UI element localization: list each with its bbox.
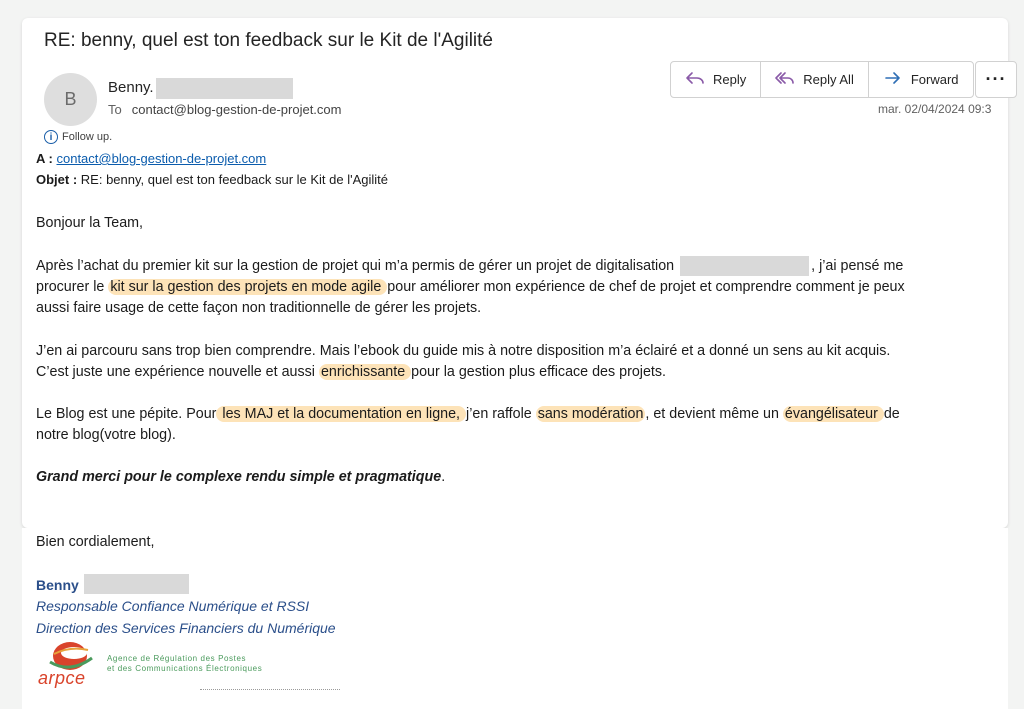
text-span: , et devient même un — [645, 406, 783, 422]
text-span: de — [883, 406, 900, 422]
header-to-line: A : contact@blog-gestion-de-projet.com — [36, 151, 266, 166]
text-span: , j’ai pensé me — [811, 258, 904, 274]
signature-name: Benny — [36, 577, 79, 593]
redacted-block — [156, 78, 293, 99]
header-subject-label: Objet : — [36, 172, 78, 187]
email-subject: RE: benny, quel est ton feedback sur le … — [44, 30, 493, 51]
header-subject-value: RE: benny, quel est ton feedback sur le … — [80, 172, 388, 187]
info-icon: i — [44, 130, 58, 144]
follow-up-flag[interactable]: i Follow up. — [44, 130, 112, 144]
reply-icon — [685, 70, 705, 89]
paragraph-2-line-2: C’est juste une expérience nouvelle et a… — [36, 362, 666, 384]
text-span: j’en raffole — [466, 406, 536, 422]
reply-button[interactable]: Reply — [671, 62, 762, 97]
reply-all-button[interactable]: Reply All — [761, 62, 869, 97]
paragraph-1-line-2: procurer le kit sur la gestion des proje… — [36, 277, 905, 299]
signature-title: Responsable Confiance Numérique et RSSI — [36, 598, 310, 614]
agency-name-line-2: et des Communications Électroniques — [107, 664, 263, 673]
to-label: To — [108, 102, 122, 117]
signature-department: Direction des Services Financiers du Num… — [36, 620, 336, 636]
paragraph-1-line-1: Après l’achat du premier kit sur la gest… — [36, 256, 903, 278]
highlight: sans modération — [535, 406, 646, 422]
redacted-block — [84, 574, 189, 594]
forward-button[interactable]: Forward — [869, 62, 973, 97]
recipient-line: To contact@blog-gestion-de-projet.com — [108, 102, 341, 117]
logo-wordmark: arpce — [38, 668, 86, 688]
text-span: pour améliorer mon expérience de chef de… — [387, 279, 905, 295]
paragraph-2-line-1: J’en ai parcouru sans trop bien comprend… — [36, 343, 891, 359]
text-span: . — [441, 469, 446, 485]
more-actions-button[interactable]: ··· — [975, 61, 1017, 98]
message-actions: Reply Reply All Forward — [670, 61, 974, 98]
sender-avatar[interactable]: B — [44, 73, 97, 126]
follow-up-label: Follow up. — [62, 131, 113, 143]
thanks-line: Grand merci pour le complexe rendu simpl… — [36, 467, 445, 489]
closing: Bien cordialement, — [36, 534, 155, 550]
to-address[interactable]: contact@blog-gestion-de-projet.com — [132, 102, 342, 117]
thanks-bold: Grand merci pour le complexe rendu simpl… — [36, 469, 442, 485]
text-span: C’est juste une expérience nouvelle et a… — [36, 364, 319, 380]
sender-name[interactable]: Benny. — [108, 79, 154, 96]
forward-icon — [883, 70, 903, 89]
text-span: Le Blog est une pépite. Pour — [36, 406, 217, 422]
header-to-label: A : — [36, 151, 53, 166]
paragraph-3-line-1: Le Blog est une pépite. Pour les MAJ et … — [36, 404, 900, 426]
redacted-block — [680, 256, 810, 277]
paragraph-3-line-2: notre blog(votre blog). — [36, 427, 176, 443]
agency-name-line-1: Agence de Régulation des Postes — [107, 654, 247, 663]
highlight: kit sur la gestion des projets en mode a… — [108, 279, 388, 295]
reply-label: Reply — [713, 72, 747, 87]
email-card-continued — [22, 528, 1008, 709]
reply-all-label: Reply All — [803, 72, 854, 87]
reply-all-icon — [775, 70, 795, 89]
greeting: Bonjour la Team, — [36, 215, 144, 231]
text-span: Après l’achat du premier kit sur la gest… — [36, 258, 675, 274]
text-span: pour la gestion plus efficace des projet… — [411, 364, 667, 380]
forward-label: Forward — [910, 72, 959, 87]
sent-date: mar. 02/04/2024 09:3 — [878, 102, 992, 116]
highlight: enrichissante — [318, 364, 412, 380]
highlight: évangélisateur — [782, 406, 884, 422]
text-span: procurer le — [36, 279, 109, 295]
header-subject-line: Objet : RE: benny, quel est ton feedback… — [36, 172, 388, 187]
cut-off-text — [200, 689, 340, 691]
header-to-link[interactable]: contact@blog-gestion-de-projet.com — [56, 151, 266, 166]
paragraph-1-line-3: aussi faire usage de cette façon non tra… — [36, 300, 482, 316]
highlight: les MAJ et la documentation en ligne, — [216, 406, 467, 422]
